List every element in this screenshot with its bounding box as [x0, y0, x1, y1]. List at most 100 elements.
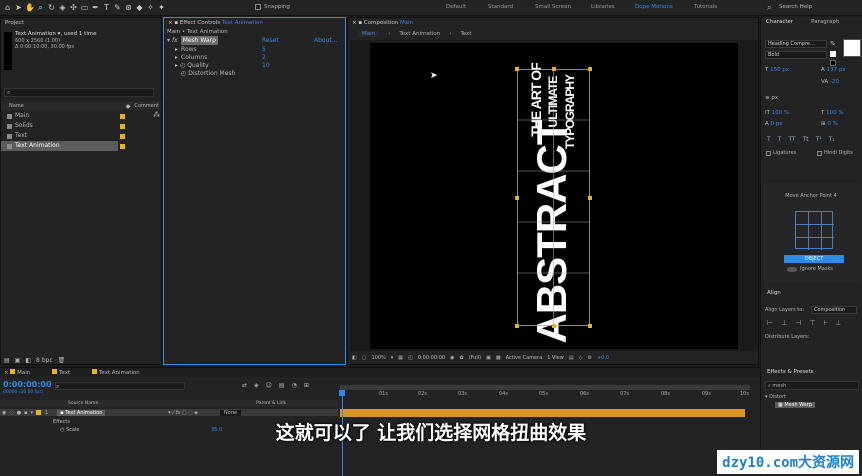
- roi-icon[interactable]: ▣: [486, 355, 491, 361]
- search-help-input[interactable]: Search Help: [779, 4, 812, 10]
- lock-icon[interactable]: ▪: [24, 410, 27, 416]
- zoom-tool-icon[interactable]: ⌕: [36, 3, 45, 12]
- col-name[interactable]: Name: [9, 103, 24, 109]
- solo-icon[interactable]: ●: [17, 410, 21, 416]
- project-search-input[interactable]: ⌕: [4, 88, 154, 97]
- stopwatch-icon[interactable]: ◴: [181, 69, 186, 78]
- workspace-libraries[interactable]: Libraries: [591, 4, 615, 10]
- mesh-grid-overlay[interactable]: [517, 69, 590, 326]
- camera-icon[interactable]: ◉: [450, 355, 454, 361]
- pan-behind-tool-icon[interactable]: ✣: [69, 3, 78, 12]
- timecode-display[interactable]: 0:00:00:00: [418, 355, 445, 361]
- ligatures-option[interactable]: Ligatures: [766, 150, 796, 156]
- eye-icon[interactable]: ◉: [2, 410, 6, 416]
- align-left-icon[interactable]: ⊢: [767, 319, 773, 327]
- toggle-switch[interactable]: [787, 266, 797, 272]
- timeline-timecode[interactable]: 0:00:00:00: [3, 380, 52, 389]
- work-area-bar[interactable]: [340, 385, 750, 390]
- overlay-icon[interactable]: ▢: [362, 355, 367, 361]
- clone-tool-icon[interactable]: ⊛: [124, 3, 133, 12]
- tab-main[interactable]: Main: [358, 30, 380, 37]
- list-item[interactable]: Text: [1, 131, 161, 141]
- about-link[interactable]: About...: [314, 36, 337, 45]
- hand-tool-icon[interactable]: ✋: [25, 3, 35, 12]
- playhead-handle[interactable]: [339, 390, 345, 396]
- pen-tool-icon[interactable]: ✒: [91, 3, 100, 12]
- workspace-standard[interactable]: Standard: [488, 4, 513, 10]
- transform-handle[interactable]: [552, 324, 556, 328]
- fill-color-swatch[interactable]: [843, 39, 861, 57]
- superscript-button[interactable]: T¹: [816, 136, 822, 143]
- interpret-icon[interactable]: ▤: [4, 357, 10, 364]
- transform-handle[interactable]: [588, 324, 592, 328]
- graph-editor-icon[interactable]: ⊞: [304, 382, 309, 389]
- vscale-value[interactable]: 100 %: [772, 110, 789, 116]
- tab-text[interactable]: Text: [52, 369, 70, 376]
- faux-italic-button[interactable]: T: [778, 136, 782, 143]
- motion-blur-icon[interactable]: ◔: [292, 382, 297, 389]
- col-comment[interactable]: Comment: [134, 103, 159, 109]
- selection-tool-icon[interactable]: ➤: [14, 3, 23, 12]
- stroke-width-unit[interactable]: px: [771, 95, 778, 101]
- region-icon[interactable]: ◰: [408, 355, 413, 361]
- ligatures-checkbox[interactable]: [766, 150, 771, 156]
- object-button[interactable]: OBJECT: [784, 255, 844, 263]
- workspace-tutorials[interactable]: Tutorials: [694, 4, 717, 10]
- transform-handle[interactable]: [552, 67, 556, 71]
- hscale-value[interactable]: 100 %: [826, 110, 843, 116]
- shy-icon[interactable]: ☺: [266, 382, 272, 389]
- eraser-tool-icon[interactable]: ◆: [135, 3, 144, 12]
- ignore-masks-toggle[interactable]: Ignore Masks: [787, 266, 833, 272]
- baseline-value[interactable]: 0 px: [771, 121, 783, 127]
- small-caps-button[interactable]: Tt: [803, 136, 809, 143]
- close-icon[interactable]: ×: [352, 20, 357, 26]
- flowchart-icon[interactable]: ⁂: [153, 111, 160, 119]
- hindi-checkbox[interactable]: [817, 150, 822, 156]
- lock-icon[interactable]: ▪: [174, 20, 178, 26]
- hindi-option[interactable]: Hindi Digits: [817, 150, 853, 156]
- camera-dropdown[interactable]: Active Camera: [506, 355, 543, 361]
- layer-name[interactable]: ▪ Text Animation: [57, 409, 106, 416]
- subscript-button[interactable]: T₁: [829, 136, 835, 143]
- list-item[interactable]: Main: [1, 111, 161, 121]
- frame-blend-icon[interactable]: ▤: [279, 382, 285, 389]
- comp-flow-icon[interactable]: ⇄: [242, 382, 247, 389]
- exposure-value[interactable]: +0.0: [597, 355, 609, 361]
- align-top-icon[interactable]: ⊤: [809, 319, 815, 327]
- snapping-checkbox[interactable]: [255, 4, 261, 10]
- align-to-dropdown[interactable]: Composition: [811, 306, 857, 314]
- draft3d-icon[interactable]: ▤: [569, 355, 574, 361]
- type-tool-icon[interactable]: T: [102, 3, 111, 12]
- col-parent[interactable]: Parent & Link: [256, 401, 286, 406]
- home-icon[interactable]: ⌂: [3, 3, 12, 12]
- layer-row[interactable]: ◉ ◌ ● ▪ ▾ 1 ▪ Text Animation ✦ ⁄ fx ▢ ◌ …: [0, 409, 338, 416]
- gear-icon[interactable]: ⚙: [588, 355, 592, 361]
- transform-handle[interactable]: [515, 67, 519, 71]
- tab-main[interactable]: × Main: [4, 369, 30, 376]
- leading-value[interactable]: 137 px: [827, 67, 846, 73]
- align-vcenter-icon[interactable]: ⊦: [823, 319, 827, 327]
- tsume-value[interactable]: 0 %: [827, 121, 837, 127]
- timeline-search-input[interactable]: ⌕: [55, 382, 185, 390]
- parent-dropdown[interactable]: None: [220, 409, 242, 416]
- black-swatch[interactable]: [830, 60, 836, 66]
- tab-paragraph[interactable]: Paragraph: [811, 19, 839, 25]
- effects-search-input[interactable]: ⌕ mesh: [765, 381, 859, 390]
- col-source-name[interactable]: Source Name: [68, 401, 98, 406]
- transform-handle[interactable]: [588, 196, 592, 200]
- workspace-default[interactable]: Default: [446, 4, 466, 10]
- camera-tool-icon[interactable]: ◈: [58, 3, 67, 12]
- audio-icon[interactable]: ◌: [9, 410, 13, 416]
- tab-character[interactable]: Character: [766, 19, 793, 25]
- rotate-tool-icon[interactable]: ↻: [47, 3, 56, 12]
- new-folder-icon[interactable]: ▣: [15, 357, 21, 364]
- draft3d-icon[interactable]: ◈: [254, 382, 259, 389]
- chevron-down-icon[interactable]: ▾: [391, 355, 394, 361]
- effects-category[interactable]: ▾ Distort: [765, 394, 786, 400]
- grid-icon[interactable]: ▦: [398, 355, 403, 361]
- tracking-value[interactable]: -20: [830, 79, 839, 85]
- close-icon[interactable]: ×: [168, 20, 173, 26]
- tab-text[interactable]: Text: [460, 31, 471, 37]
- layer-duration-bar[interactable]: [340, 409, 745, 417]
- color-icon[interactable]: ✿: [459, 355, 463, 361]
